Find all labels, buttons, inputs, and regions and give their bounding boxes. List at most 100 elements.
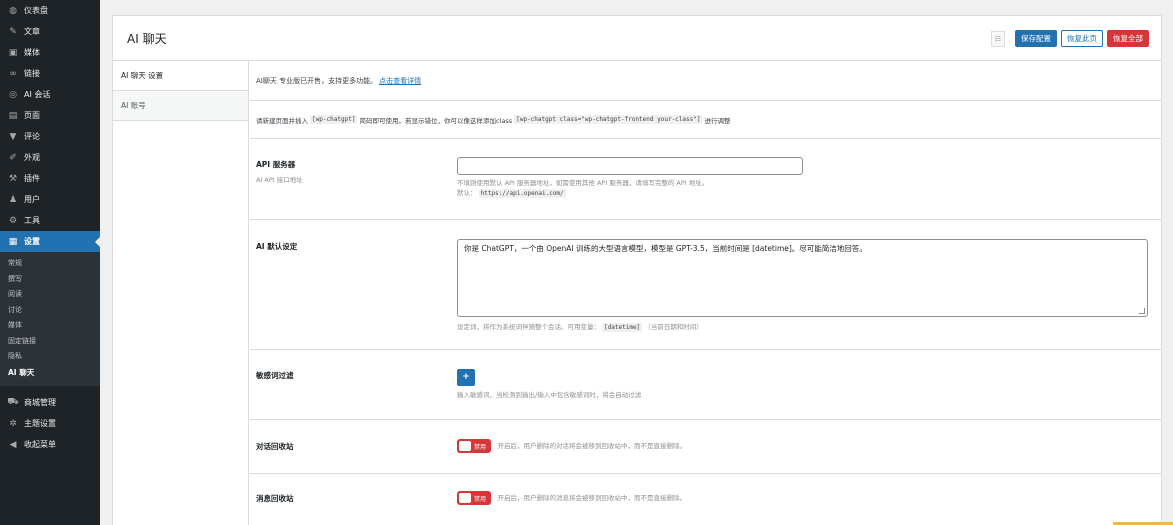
sidebar-item-users[interactable]: ♟ 用户 [0,189,100,210]
msg-recycle-toggle-label: 禁用 [474,495,487,503]
sidebar-item-dashboard[interactable]: ◍ 仪表盘 [0,0,100,21]
msg-recycle-desc: 开启后，用户删除的消息将会被移到回收站中，而不是直接删除。 [497,494,687,502]
ai-default-row: AI 默认设定 你是 ChatGPT，一个由 OpenAI 训练的大型语言模型，… [250,220,1161,350]
sidebar-item-label: 收起菜单 [24,440,56,449]
sidebar-item-label: 工具 [24,216,40,225]
settings-icon: ▦ [8,236,18,247]
sidebar-item-link[interactable]: ∞ 链接 [0,63,100,84]
api-server-sublabel: AI API 接口地址 [256,176,303,184]
toggle-knob [459,493,471,503]
reset-page-button[interactable]: 恢复此页 [1061,30,1103,47]
ai-default-value: 你是 ChatGPT，一个由 OpenAI 训练的大型语言模型，模型是 GPT-… [464,244,867,253]
chat-recycle-row: 对话回收站 禁用 开启后，用户删除的对话将会被移到回收站中，而不是直接删除。 [250,420,1161,474]
submenu-item[interactable]: 讨论 [0,303,100,319]
sidebar-item-label: 链接 [24,69,40,78]
ai-default-textarea[interactable]: 你是 ChatGPT，一个由 OpenAI 训练的大型语言模型，模型是 GPT-… [457,239,1148,317]
chat-recycle-desc: 开启后，用户删除的对话将会被移到回收站中，而不是直接删除。 [497,442,687,450]
shortcode-code: [wp-chatgpt] [310,115,358,124]
sidebar-item-appearance[interactable]: ✐ 外观 [0,147,100,168]
ai-default-desc: 设定词，将作为系统词伴随整个会话。可用变量： [datetime] （当前日期和… [457,322,1148,333]
settings-panel: AI 聊天 ☷ 保存配置 恢复此页 恢复全部 AI 聊天 设置 AI 账号 AI… [112,15,1162,525]
sidebar-item-tools[interactable]: ⚙ 工具 [0,210,100,231]
submenu-item[interactable]: 媒体 [0,318,100,334]
msg-recycle-toggle[interactable]: 禁用 [457,491,491,505]
sidebar-item-chat[interactable]: ◎ AI 会话 [0,84,100,105]
api-server-input[interactable] [457,157,803,175]
tab-ai-account[interactable]: AI 账号 [113,91,248,121]
shortcode-class-code: [wp-chatgpt class="wp-chatgpt-frontend y… [514,115,703,124]
api-server-field: 不填则使用默认 API 服务器地址，如需使用其他 API 服务器，请填写完整的 … [457,157,803,199]
submenu-item[interactable]: 阅读 [0,287,100,303]
sidebar-item-label: 页面 [24,111,40,120]
appearance-icon: ✐ [9,152,17,163]
users-icon: ♟ [8,194,18,205]
grid-icon[interactable]: ☷ [991,30,1005,47]
settings-submenu: 常规 撰写 阅读 讨论 媒体 固定链接 隐私 AI 聊天 [0,252,100,386]
settings-content: AI聊天 专业版已开售，支持更多功能。 点击查看详情 请新建页面并插入 [wp-… [250,61,1161,525]
top-line [100,0,1173,4]
shortcode-notice: 请新建页面并插入 [wp-chatgpt] 简码即可使用。若显示错位，你可以像这… [250,101,1161,139]
toggle-knob [459,441,471,451]
add-sensitive-button[interactable]: + [457,369,475,386]
resize-handle[interactable] [1139,308,1145,314]
theme-icon: ✲ [9,418,17,429]
sidebar-item-settings[interactable]: ▦ 设置 [0,231,100,252]
sidebar-bottom-menu: ⛟ 商城管理 ✲ 主题设置 ◀ 收起菜单 [0,392,100,455]
ai-default-desc-suffix: （当前日期和时间） [644,323,703,331]
header-actions: ☷ 保存配置 恢复此页 恢复全部 [991,30,1149,47]
chat-recycle-toggle[interactable]: 禁用 [457,439,491,453]
chat-recycle-field: 禁用 开启后，用户删除的对话将会被移到回收站中，而不是直接删除。 [457,439,686,453]
api-server-default-code: https://api.openai.com/ [478,189,566,198]
sidebar-item-label: 仪表盘 [24,6,48,15]
ai-default-desc-prefix: 设定词，将作为系统词伴随整个会话。可用变量： [457,323,600,331]
sidebar-item-plugin[interactable]: ⚒ 插件 [0,168,100,189]
sidebar-top-menu: ◍ 仪表盘 ✎ 文章 ▣ 媒体 ∞ 链接 ◎ AI 会话 ▤ 页面 ▼ 评论 ✐ 外观 ⚒ 插件 ♟ 用户 ⚙ 工具 ▦ 设置 [0,0,100,252]
api-server-label: API 服务器 [256,160,296,169]
shortcode-suffix: 进行调整 [704,116,731,125]
msg-recycle-row: 消息回收站 禁用 开启后，用户删除的消息将会被移到回收站中，而不是直接删除。 [250,474,1161,525]
admin-sidebar: ◍ 仪表盘 ✎ 文章 ▣ 媒体 ∞ 链接 ◎ AI 会话 ▤ 页面 ▼ 评论 ✐ 外观 ⚒ 插件 ♟ 用户 ⚙ 工具 ▦ 设置… [0,0,100,525]
msg-recycle-label: 消息回收站 [256,494,294,503]
sidebar-item-label: 媒体 [24,48,40,57]
sidebar-item-label: 插件 [24,174,40,183]
sidebar-item-label: 外观 [24,153,40,162]
page-title: AI 聊天 [127,31,167,46]
sidebar-item-collapse[interactable]: ◀ 收起菜单 [0,434,100,455]
sidebar-item-label: 设置 [24,237,40,246]
submenu-item[interactable]: 撰写 [0,272,100,288]
pro-notice: AI聊天 专业版已开售，支持更多功能。 点击查看详情 [250,61,1161,101]
media-icon: ▣ [8,47,18,58]
sidebar-item-comment[interactable]: ▼ 评论 [0,126,100,147]
sidebar-item-label: 评论 [24,132,40,141]
shortcode-prefix: 请新建页面并插入 [256,116,308,125]
link-icon: ∞ [9,68,17,79]
chat-recycle-label: 对话回收站 [256,442,294,451]
api-server-default-prefix: 默认： [457,189,477,197]
tab-ai-chat-settings[interactable]: AI 聊天 设置 [113,61,248,91]
pin-icon: ✎ [9,26,17,37]
sidebar-item-store[interactable]: ⛟ 商城管理 [0,392,100,413]
sidebar-item-media[interactable]: ▣ 媒体 [0,42,100,63]
sidebar-item-page[interactable]: ▤ 页面 [0,105,100,126]
submenu-item[interactable]: 固定链接 [0,334,100,350]
submenu-item[interactable]: 常规 [0,256,100,272]
chat-icon: ◎ [9,89,17,100]
submenu-item[interactable]: AI 聊天 [0,365,100,381]
chat-recycle-toggle-label: 禁用 [474,443,487,451]
msg-recycle-field: 禁用 开启后，用户删除的消息将会被移到回收站中，而不是直接删除。 [457,491,686,505]
pro-notice-link[interactable]: 点击查看详情 [379,76,421,86]
tools-icon: ⚙ [8,215,18,226]
api-server-row: API 服务器 AI API 接口地址 不填则使用默认 API 服务器地址，如需… [250,139,1161,220]
sensitive-row: 敏感词过滤 + 输入敏感词，当检测到输出/输入中包含敏感词时，将会自动过滤 [250,350,1161,420]
sidebar-item-theme[interactable]: ✲ 主题设置 [0,413,100,434]
collapse-icon: ◀ [9,439,17,450]
save-button[interactable]: 保存配置 [1015,30,1057,47]
store-icon: ⛟ [7,397,19,407]
submenu-item[interactable]: 隐私 [0,349,100,365]
plugin-icon: ⚒ [8,173,18,184]
ai-default-label: AI 默认设定 [256,242,298,251]
sidebar-item-label: AI 会话 [24,90,51,99]
reset-all-button[interactable]: 恢复全部 [1107,30,1149,47]
sidebar-item-pin[interactable]: ✎ 文章 [0,21,100,42]
pro-notice-text: AI聊天 专业版已开售，支持更多功能。 [256,76,378,85]
